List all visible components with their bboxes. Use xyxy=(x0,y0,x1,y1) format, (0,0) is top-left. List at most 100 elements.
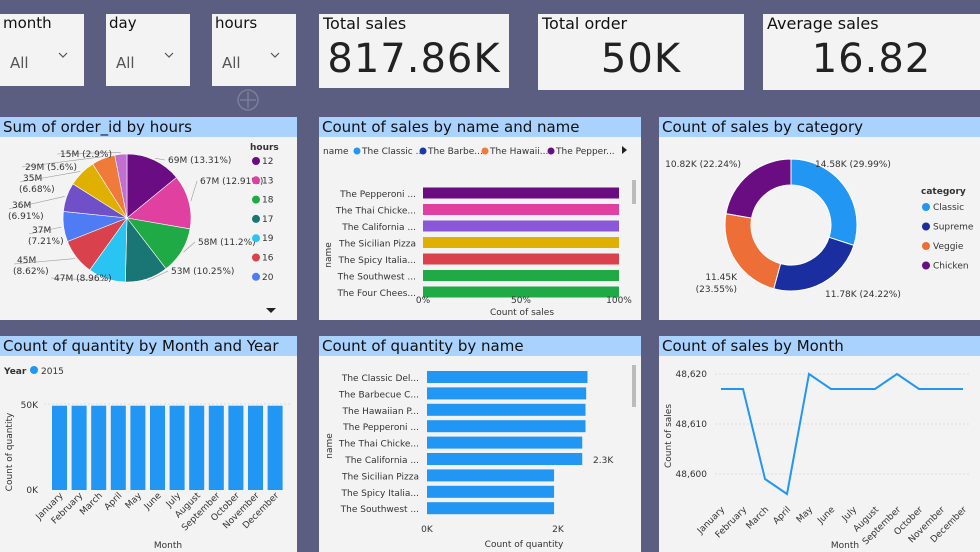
x-tick: June xyxy=(815,505,837,527)
legend-marker xyxy=(353,147,361,155)
y-tick: 48,600 xyxy=(676,470,708,480)
scrollbar[interactable] xyxy=(632,180,636,204)
legend-item[interactable]: The Hawaii... xyxy=(489,147,548,157)
donut-chart[interactable]: category 14.58K (29.99%) 11.78K (24.22%) 1… xyxy=(659,137,980,320)
bar[interactable] xyxy=(427,371,588,383)
line-month-visual[interactable]: Count of sales by Month Count of sales 4… xyxy=(659,336,980,552)
data-label: 2.3K xyxy=(593,456,614,466)
legend-marker xyxy=(252,214,260,223)
pie-chart[interactable]: hours 69M (13.31%)67M (12.91%)58M (11.2%… xyxy=(0,137,297,320)
legend-next-icon[interactable] xyxy=(622,146,627,154)
data-label: (23.55%) xyxy=(696,285,737,295)
kpi-title: Total sales xyxy=(323,14,407,33)
month-slicer-label: month xyxy=(3,14,52,32)
bar[interactable] xyxy=(427,502,555,515)
legend-item[interactable]: 12 xyxy=(262,157,273,167)
bar-chart[interactable]: name The Classic Del... The Barbecue C...… xyxy=(319,356,641,552)
x-tick: March xyxy=(78,491,104,517)
chevron-down-icon[interactable] xyxy=(58,50,68,60)
legend-item[interactable]: Classic xyxy=(933,203,964,213)
day-slicer-value[interactable]: All xyxy=(116,54,135,72)
y-axis-label: Count of quantity xyxy=(5,412,15,491)
bar[interactable] xyxy=(427,485,555,498)
line-chart[interactable]: Count of sales 48,62048,61048,600 Januar… xyxy=(659,356,980,552)
data-label: 58M (11.2%) xyxy=(198,238,256,248)
bar[interactable] xyxy=(423,220,619,232)
legend-item[interactable]: Veggie xyxy=(933,242,964,252)
column-bar[interactable] xyxy=(52,405,67,490)
hours-slicer-value[interactable]: All xyxy=(222,54,241,72)
legend-item[interactable]: The Pepper... xyxy=(555,147,615,157)
x-tick: March xyxy=(745,505,771,531)
total-order-card: Total order 50K xyxy=(538,14,744,90)
bar[interactable] xyxy=(423,187,619,199)
legend-item[interactable]: 13 xyxy=(262,176,273,186)
donut-slice[interactable] xyxy=(773,236,855,292)
legend-item[interactable]: The Barbe... xyxy=(427,147,483,157)
column-bar[interactable] xyxy=(228,405,244,490)
bar[interactable] xyxy=(423,204,619,215)
legend-item[interactable]: Supreme xyxy=(933,223,974,233)
x-axis-label: Month xyxy=(831,541,859,551)
data-label: 69M (13.31%) xyxy=(168,156,231,166)
legend-marker xyxy=(922,222,930,231)
chevron-down-icon[interactable] xyxy=(270,50,280,60)
category-label: The Pepperoni ... xyxy=(339,190,416,200)
bar[interactable] xyxy=(423,253,619,265)
column-bar[interactable] xyxy=(91,405,107,490)
total-sales-card: Total sales 817.86K xyxy=(319,14,509,88)
scroll-down-icon[interactable] xyxy=(266,308,276,313)
bar[interactable] xyxy=(427,420,586,433)
column-bar[interactable] xyxy=(208,405,224,490)
bar-qty-visual[interactable]: Count of quantity by name name The Class… xyxy=(319,336,641,552)
column-bar[interactable] xyxy=(267,405,283,490)
bar[interactable] xyxy=(427,469,555,482)
column-bar[interactable] xyxy=(189,405,205,490)
bar[interactable] xyxy=(423,237,619,248)
legend-marker xyxy=(252,176,260,185)
column-bar[interactable] xyxy=(150,405,165,490)
legend-item[interactable]: 17 xyxy=(262,215,273,225)
bar[interactable] xyxy=(423,270,619,281)
bar[interactable] xyxy=(427,436,583,449)
col-month-visual[interactable]: Count of quantity by Month and Year Year… xyxy=(0,336,297,552)
column-bar[interactable] xyxy=(248,405,263,490)
x-tick: 0% xyxy=(416,296,431,306)
donut-category-visual[interactable]: Count of sales by category category 14.5… xyxy=(659,117,980,320)
column-bar[interactable] xyxy=(130,405,146,490)
legend-marker xyxy=(922,242,930,250)
category-label: The Pepperoni ... xyxy=(342,423,419,433)
series-line xyxy=(721,372,963,496)
legend-marker xyxy=(922,261,930,270)
bar-name-visual[interactable]: Count of sales by name and name name The… xyxy=(319,117,641,320)
kpi-value: 817.86K xyxy=(327,36,501,82)
legend-item[interactable]: The Classic ... xyxy=(361,147,424,157)
category-label: The Four Chees... xyxy=(336,289,416,299)
scrollbar[interactable] xyxy=(632,365,636,407)
data-label: 11.45K xyxy=(705,273,738,283)
column-bar[interactable] xyxy=(169,405,185,490)
column-bar[interactable] xyxy=(71,405,87,490)
category-label: The Spicy Italia... xyxy=(338,256,416,266)
legend-item[interactable]: 20 xyxy=(262,273,274,283)
legend-item[interactable]: 16 xyxy=(262,254,274,264)
bar-chart[interactable]: name The Classic ... The Barbe... The Hawa… xyxy=(319,137,641,320)
legend-item[interactable]: 18 xyxy=(262,196,274,206)
bar[interactable] xyxy=(427,453,583,465)
month-slicer-value[interactable]: All xyxy=(10,54,29,72)
day-slicer[interactable]: day All xyxy=(106,14,190,86)
bar[interactable] xyxy=(427,403,586,416)
column-bar[interactable] xyxy=(110,405,126,490)
hours-slicer[interactable]: hours All xyxy=(212,14,296,86)
column-chart[interactable]: Year 2015 Count of quantity 50K 0K Janua… xyxy=(0,356,297,552)
donut-slice[interactable] xyxy=(790,158,858,246)
move-icon xyxy=(237,89,259,111)
legend-item[interactable]: 19 xyxy=(262,234,274,244)
chevron-down-icon[interactable] xyxy=(164,50,174,60)
month-slicer[interactable]: month All xyxy=(0,14,84,86)
visual-title: Count of quantity by Month and Year xyxy=(0,336,297,356)
bar[interactable] xyxy=(427,387,587,400)
legend-item[interactable]: Chicken xyxy=(933,262,969,272)
x-tick: 50% xyxy=(511,296,531,306)
pie-hours-visual[interactable]: Sum of order_id by hours hours 69M (13.3… xyxy=(0,117,297,320)
